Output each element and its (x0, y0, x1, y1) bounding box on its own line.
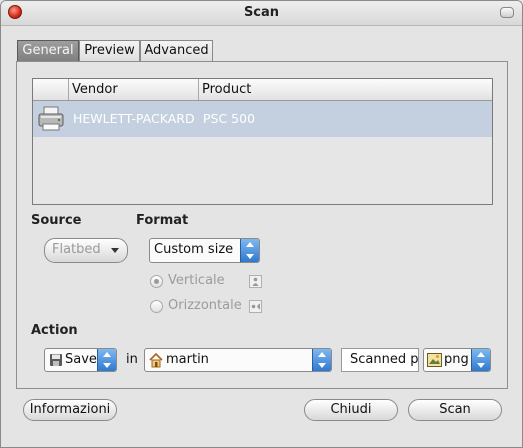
portrait-label: Verticale (168, 273, 225, 288)
chevron-down-icon (111, 248, 119, 253)
spin-arrows-icon[interactable] (240, 239, 259, 262)
close-button-label: Chiudi (330, 402, 372, 417)
device-product: PSC 500 (203, 111, 256, 126)
close-button[interactable]: Chiudi (304, 399, 398, 421)
filetype-select[interactable]: png (423, 348, 491, 372)
format-label: Format (136, 213, 189, 228)
shade-window-button[interactable] (500, 7, 514, 18)
home-folder-icon (149, 352, 163, 368)
source-dropdown[interactable]: Flatbed (44, 238, 128, 263)
source-value: Flatbed (52, 242, 101, 257)
product-column-header[interactable]: Product (199, 79, 492, 100)
in-label: in (126, 352, 138, 367)
scan-button-label: Scan (439, 402, 471, 417)
portrait-orientation-icon (249, 275, 262, 288)
vendor-column-header[interactable]: Vendor (69, 79, 199, 100)
format-size-value: Custom size (154, 242, 234, 257)
info-button-label: Informazioni (29, 402, 111, 417)
device-list[interactable]: Vendor Product HEWLETT-PACKARD PSC 500 (32, 78, 493, 205)
icon-column-header[interactable] (33, 79, 69, 100)
scan-button[interactable]: Scan (408, 399, 502, 421)
destination-folder-value: martin (166, 352, 209, 367)
format-size-select[interactable]: Custom size (149, 238, 260, 263)
action-verb-select[interactable]: Save (44, 348, 117, 372)
device-vendor: HEWLETT-PACKARD (73, 111, 195, 126)
spin-arrows-icon[interactable] (312, 349, 331, 371)
filetype-value: png (444, 352, 469, 367)
landscape-label: Orizzontale (168, 298, 242, 313)
image-file-icon (427, 353, 442, 367)
printer-icon (38, 106, 64, 131)
source-label: Source (31, 213, 82, 228)
filename-input[interactable]: Scanned p (341, 348, 419, 372)
spin-arrows-icon[interactable] (471, 349, 490, 371)
action-label: Action (31, 323, 78, 338)
landscape-orientation-icon (249, 300, 262, 313)
window-title: Scan (243, 5, 280, 20)
portrait-radio[interactable] (150, 275, 163, 288)
scan-window: Scan General Preview Advanced Vendor Pro… (0, 0, 523, 448)
landscape-radio[interactable] (150, 300, 163, 313)
action-verb-value: Save (65, 352, 97, 367)
floppy-disk-icon (50, 354, 62, 366)
info-button[interactable]: Informazioni (23, 399, 117, 421)
spin-arrows-icon[interactable] (97, 349, 116, 371)
tab-general[interactable]: General (17, 40, 79, 62)
tab-advanced[interactable]: Advanced (140, 40, 213, 62)
tab-preview[interactable]: Preview (79, 40, 140, 62)
title-bar[interactable]: Scan (1, 1, 522, 26)
device-row[interactable]: HEWLETT-PACKARD PSC 500 (33, 101, 492, 137)
destination-folder-select[interactable]: martin (144, 348, 332, 372)
device-list-header: Vendor Product (33, 79, 492, 101)
